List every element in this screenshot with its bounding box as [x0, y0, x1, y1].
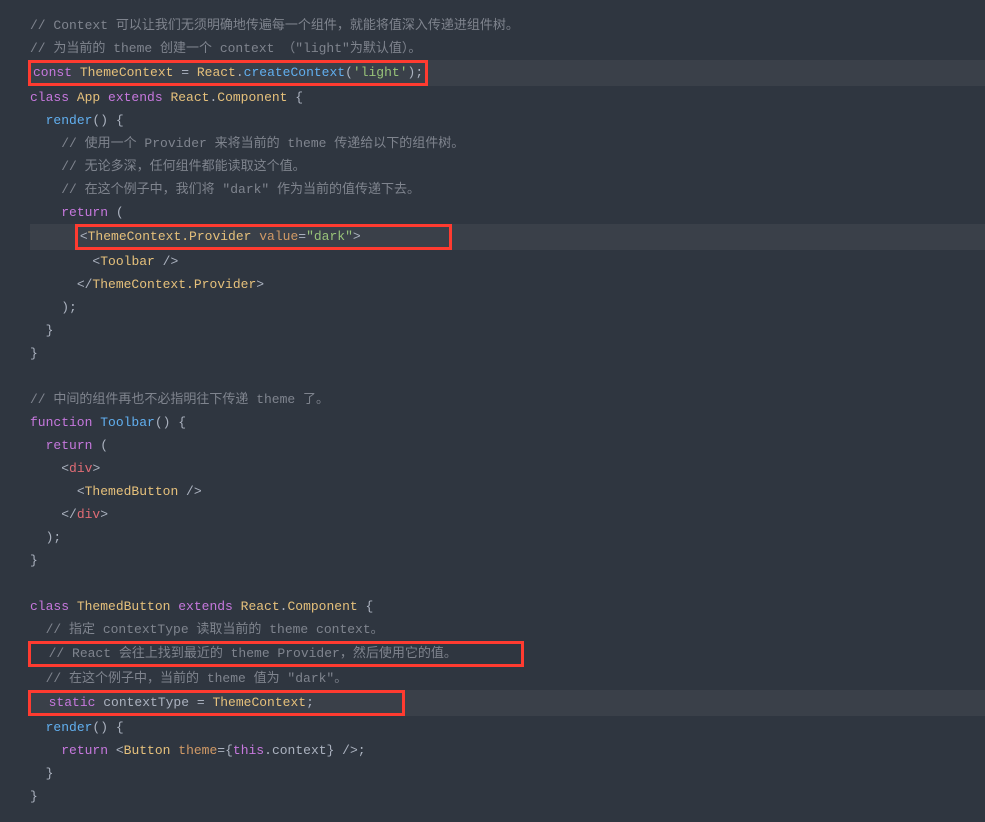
comment-line: // 无论多深，任何组件都能读取这个值。	[61, 159, 305, 174]
code-line: }	[30, 789, 38, 804]
code-line: render() {	[46, 113, 124, 128]
comment-line: // 在这个例子中，我们将 "dark" 作为当前的值传递下去。	[61, 182, 420, 197]
comment-line: // 中间的组件再也不必指明往下传递 theme 了。	[30, 392, 329, 407]
comment-line: // Context 可以让我们无须明确地传遍每一个组件，就能将值深入传递进组件…	[30, 18, 519, 33]
highlighted-line: static contextType = ThemeContext;	[30, 690, 985, 716]
red-box-4: static contextType = ThemeContext;	[30, 690, 405, 716]
code-line: );	[46, 530, 62, 545]
red-box-3: // React 会往上找到最近的 theme Provider，然后使用它的值…	[30, 641, 524, 667]
code-line: class App extends React.Component {	[30, 90, 303, 105]
code-line: return (	[61, 205, 123, 220]
code-line: function Toolbar() {	[30, 415, 186, 430]
comment-line: // 指定 contextType 读取当前的 theme context。	[46, 622, 384, 637]
code-line: <div>	[61, 461, 100, 476]
code-line: return <Button theme={this.context} />;	[61, 743, 365, 758]
code-line: }	[46, 766, 54, 781]
code-line: <Toolbar />	[92, 254, 178, 269]
highlighted-line: <ThemeContext.Provider value="dark">	[30, 224, 985, 250]
red-box-2: <ThemeContext.Provider value="dark">	[75, 224, 452, 250]
code-line: </div>	[61, 507, 108, 522]
comment-line: // 使用一个 Provider 来将当前的 theme 传递给以下的组件树。	[61, 136, 464, 151]
code-line: class ThemedButton extends React.Compone…	[30, 599, 373, 614]
comment-line: // 在这个例子中，当前的 theme 值为 "dark"。	[46, 671, 348, 686]
code-line: </ThemeContext.Provider>	[77, 277, 264, 292]
code-line: return (	[46, 438, 108, 453]
code-line: }	[30, 346, 38, 361]
code-line: render() {	[46, 720, 124, 735]
code-line: }	[30, 553, 38, 568]
comment-line: // 为当前的 theme 创建一个 context （"light"为默认值）…	[30, 41, 421, 56]
code-line: );	[61, 300, 77, 315]
code-line: <ThemedButton />	[77, 484, 202, 499]
highlighted-line: const ThemeContext = React.createContext…	[30, 60, 985, 86]
red-box-1: const ThemeContext = React.createContext…	[28, 60, 428, 86]
code-editor[interactable]: // Context 可以让我们无须明确地传遍每一个组件，就能将值深入传递进组件…	[30, 14, 985, 808]
code-line: }	[46, 323, 54, 338]
